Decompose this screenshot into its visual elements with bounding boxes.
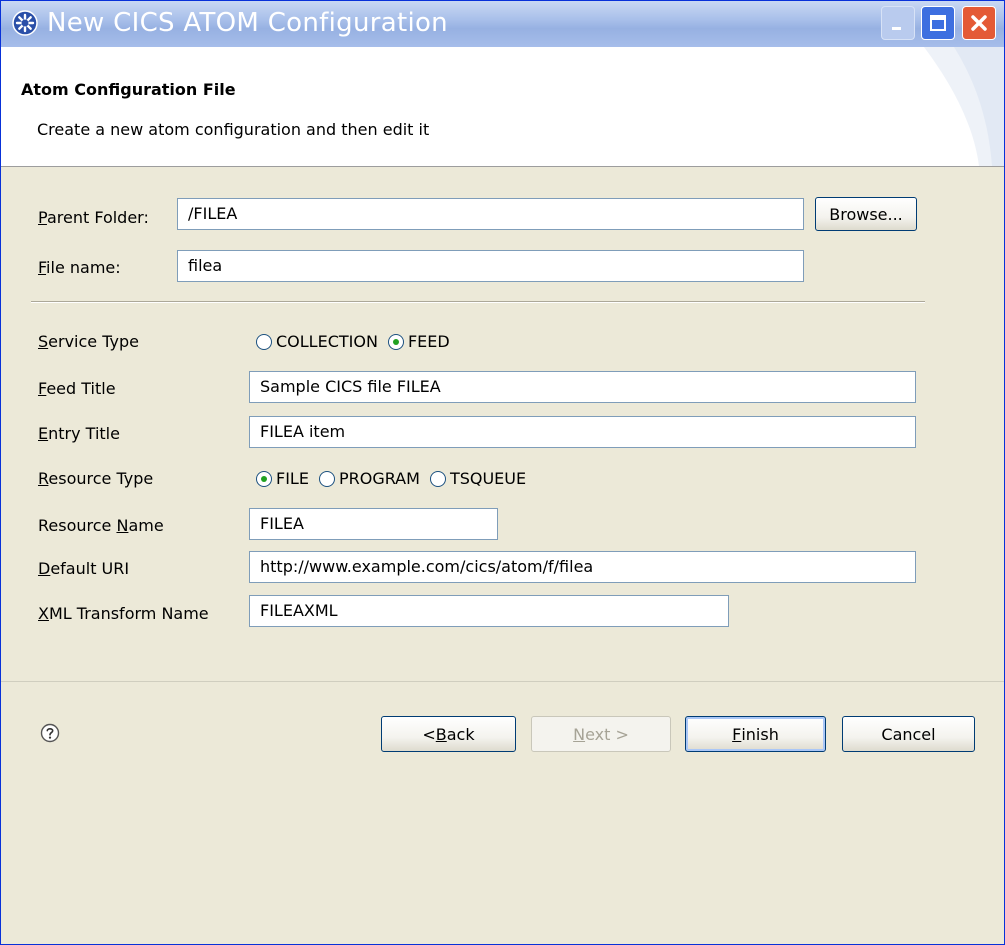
help-icon[interactable] [40, 723, 60, 743]
wizard-header: Atom Configuration File Create a new ato… [1, 47, 1004, 167]
radio-feed[interactable]: FEED [387, 332, 450, 351]
feed-title-input[interactable]: Sample CICS file FILEA [249, 371, 916, 403]
close-icon [971, 15, 987, 31]
xml-transform-name-input[interactable]: FILEAXML [249, 595, 729, 627]
cancel-button[interactable]: Cancel [842, 716, 975, 752]
radio-selected-icon [387, 333, 404, 350]
default-uri-label: Default URI [38, 559, 130, 578]
service-type-label: Service Type [38, 332, 139, 351]
footer-divider [1, 681, 1004, 682]
back-button[interactable]: < Back [381, 716, 516, 752]
header-decoration [924, 47, 1004, 166]
window-title: New CICS ATOM Configuration [47, 8, 448, 38]
minimize-button[interactable] [881, 6, 915, 40]
minimize-icon [892, 27, 901, 30]
maximize-icon [930, 15, 946, 31]
entry-title-label: Entry Title [38, 424, 120, 443]
next-button[interactable]: Next > [531, 716, 671, 752]
page-description: Create a new atom configuration and then… [37, 120, 430, 139]
service-type-radio-group: COLLECTION FEED [256, 332, 460, 351]
close-button[interactable] [962, 6, 996, 40]
resource-type-radio-group: FILE PROGRAM TSQUEUE [256, 469, 536, 488]
page-title: Atom Configuration File [21, 80, 236, 99]
browse-button[interactable]: Browse... [815, 197, 917, 231]
title-bar[interactable]: New CICS ATOM Configuration [1, 1, 1004, 47]
radio-selected-icon [256, 470, 272, 487]
resource-name-label: Resource Name [38, 516, 164, 535]
radio-file[interactable]: FILE [256, 469, 309, 488]
resource-type-label: Resource Type [38, 469, 154, 488]
default-uri-input[interactable]: http://www.example.com/cics/atom/f/filea [249, 551, 916, 583]
finish-button[interactable]: Finish [685, 716, 826, 752]
gear-icon [12, 10, 38, 36]
xml-transform-name-label: XML Transform Name [38, 604, 209, 623]
resource-name-input[interactable]: FILEA [249, 508, 498, 540]
section-divider [31, 301, 925, 303]
radio-tsqueue[interactable]: TSQUEUE [429, 469, 526, 488]
radio-unselected-icon [429, 470, 446, 487]
radio-collection[interactable]: COLLECTION [256, 332, 378, 351]
radio-unselected-icon [318, 470, 335, 487]
maximize-button[interactable] [921, 6, 955, 40]
entry-title-input[interactable]: FILEA item [249, 416, 916, 448]
feed-title-label: Feed Title [38, 379, 116, 398]
radio-unselected-icon [256, 333, 272, 350]
dialog-window: New CICS ATOM Configuration Atom Configu… [0, 0, 1005, 945]
file-name-label: File name: [38, 258, 121, 277]
radio-program[interactable]: PROGRAM [318, 469, 420, 488]
parent-folder-input[interactable]: /FILEA [177, 198, 804, 230]
file-name-input[interactable]: filea [177, 250, 804, 282]
parent-folder-label: Parent Folder: [38, 208, 149, 227]
